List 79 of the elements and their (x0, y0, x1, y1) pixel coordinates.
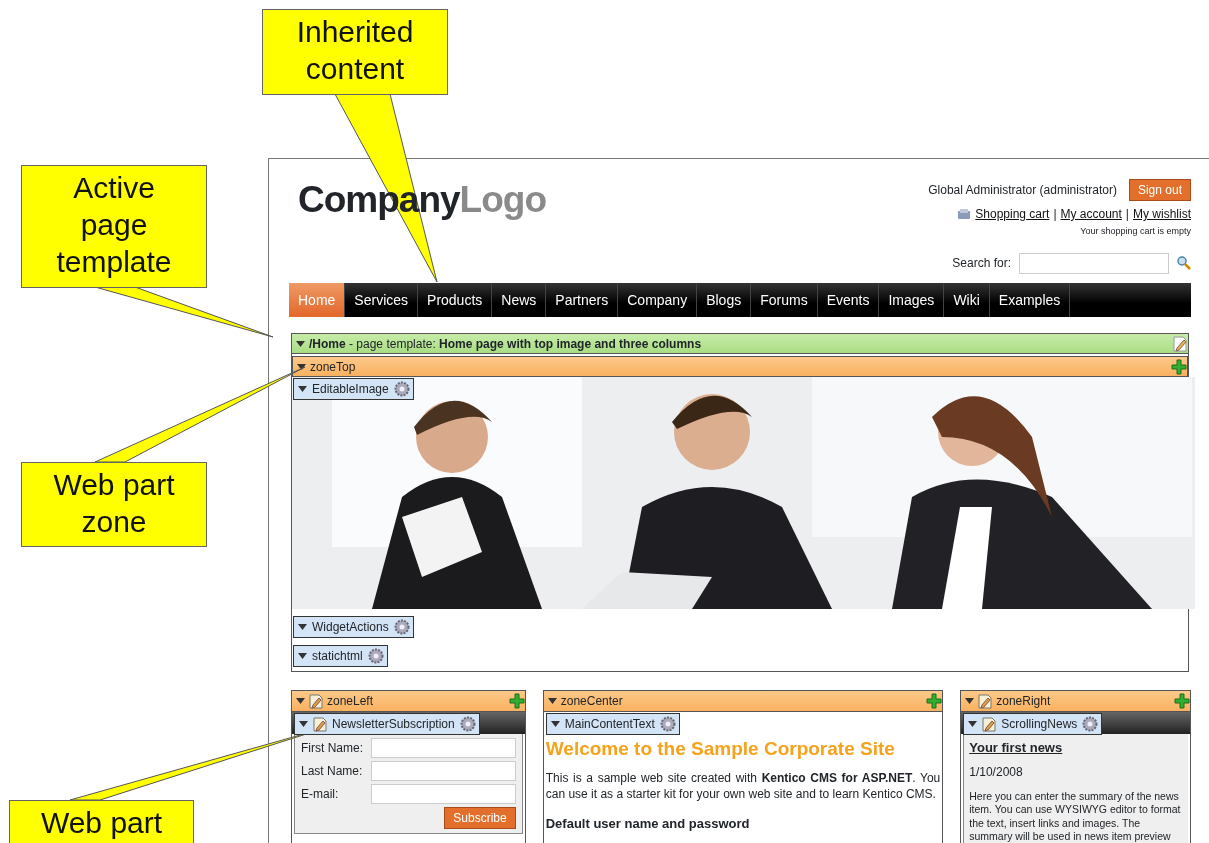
news-summary: Here you can enter the summary of the news item. You can use WYSIWYG editor to format the text, insert links and images. The summary will be used in news item preview (969, 789, 1182, 843)
add-icon[interactable] (926, 693, 943, 709)
nav-item[interactable]: Examples (989, 283, 1071, 317)
expand-arrow-icon[interactable] (298, 653, 307, 659)
page-edit-icon (982, 716, 997, 732)
add-icon[interactable] (508, 693, 525, 709)
header-link[interactable]: My wishlist (1133, 205, 1191, 223)
web-part-name: MainContentText (564, 716, 655, 733)
nav-item[interactable]: Forums (751, 283, 818, 317)
nav-item[interactable]: Images (879, 283, 945, 317)
zone-name: zoneCenter (560, 693, 624, 710)
nav-item[interactable]: Services (345, 283, 419, 317)
user-name: Global Administrator (administrator) (928, 182, 1117, 199)
header-link[interactable]: Shopping cart (975, 205, 1050, 223)
gear-icon[interactable] (1082, 716, 1099, 732)
text-field[interactable] (371, 761, 516, 781)
field-label: First Name: (301, 740, 364, 757)
web-part-name: ScrollingNews (1001, 716, 1078, 733)
search-icon[interactable] (1177, 256, 1191, 270)
news-title[interactable]: Your first news (969, 738, 1183, 758)
expand-arrow-icon[interactable] (550, 721, 560, 727)
cart-status: Your shopping cart is empty (1079, 225, 1191, 238)
news-date: 1/10/2008 (969, 763, 1024, 781)
page-edit-icon (978, 693, 993, 709)
nav-item[interactable]: News (492, 283, 547, 317)
web-part-name: NewsletterSubscription (332, 716, 455, 733)
field-label: E-mail: (301, 786, 340, 803)
web-part-handle[interactable]: ScrollingNews (963, 713, 1103, 735)
expand-arrow-icon[interactable] (298, 386, 307, 392)
gear-icon[interactable] (393, 619, 410, 635)
text-field[interactable] (371, 738, 516, 758)
nav-item[interactable]: Events (817, 283, 880, 317)
web-part-name: WidgetActions (312, 619, 389, 636)
web-part-handle[interactable]: EditableImage (293, 378, 414, 400)
edit-icon[interactable] (1172, 335, 1188, 352)
field-label: Last Name: (301, 763, 364, 780)
header-link[interactable]: My account (1060, 205, 1122, 223)
zone-name: zoneRight (996, 693, 1052, 710)
gear-icon[interactable] (459, 716, 476, 732)
zone-name: zoneLeft (327, 693, 375, 710)
expand-arrow-icon[interactable] (298, 624, 307, 630)
expand-arrow-icon[interactable] (968, 721, 978, 727)
expand-arrow-icon[interactable] (296, 698, 305, 704)
web-part-name: statichtml (312, 648, 363, 665)
web-part-name: EditableImage (312, 381, 389, 398)
web-part-handle[interactable]: statichtml (293, 645, 388, 667)
callout: Inherited content (262, 9, 448, 95)
zone-name: zoneTop (310, 358, 357, 376)
nav-item[interactable]: Wiki (944, 283, 990, 317)
callout: Web part (9, 800, 194, 843)
add-icon[interactable] (1174, 693, 1190, 709)
nav-item[interactable]: Blogs (697, 283, 752, 317)
page-edit-icon (313, 716, 327, 732)
template-title: /Home - page template: Home page with top image and three columns (309, 335, 703, 353)
text-field[interactable] (371, 784, 516, 804)
nav-item[interactable]: Partners (546, 283, 619, 317)
paragraph: This is a sample web site created with Kentico CMS for ASP.NET. You can use it as a starter kit for your own web site and to learn Kentico CMS. (545, 770, 941, 802)
expand-arrow-icon[interactable] (296, 340, 305, 347)
subheading: Default user name and password (545, 815, 751, 833)
separator: | (1125, 206, 1129, 223)
gear-icon[interactable] (367, 648, 384, 664)
expand-arrow-icon[interactable] (965, 698, 975, 704)
search-field[interactable] (1019, 252, 1169, 274)
web-part-handle[interactable]: MainContentText (545, 713, 680, 735)
nav-item[interactable]: Company (618, 283, 698, 317)
expand-arrow-icon[interactable] (547, 698, 557, 704)
separator: | (1053, 206, 1057, 223)
web-part-handle[interactable]: WidgetActions (293, 616, 414, 638)
web-part-handle[interactable]: NewsletterSubscription (294, 713, 480, 735)
callout: Web part zone (21, 462, 207, 547)
add-icon[interactable] (1171, 358, 1187, 375)
gear-icon[interactable] (393, 381, 410, 397)
expand-arrow-icon[interactable] (299, 721, 308, 727)
page-heading: Welcome to the Sample Corporate Site (545, 738, 896, 760)
cart-icon (957, 207, 972, 221)
nav-item[interactable]: Products (418, 283, 493, 317)
page-edit-icon (309, 693, 323, 709)
gear-icon[interactable] (659, 716, 676, 732)
search-label: Search for: (952, 255, 1011, 272)
